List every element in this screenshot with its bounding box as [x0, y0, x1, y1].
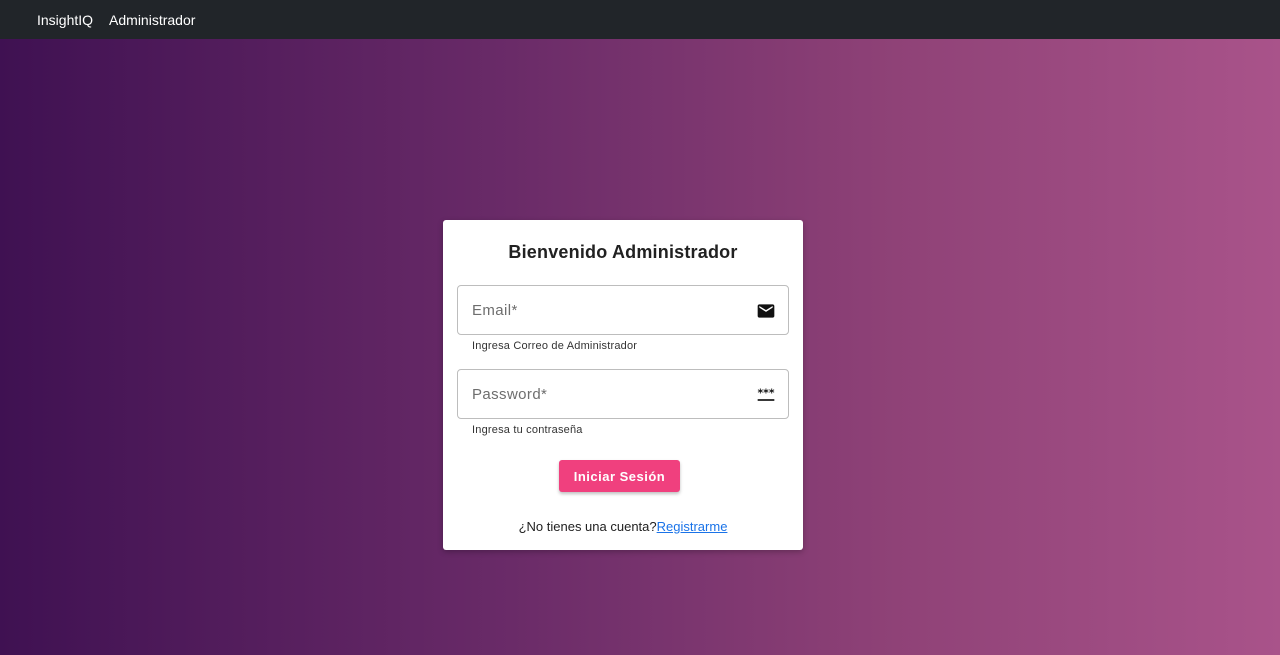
svg-text:***: ***: [758, 387, 775, 400]
password-field[interactable]: ***: [457, 369, 789, 419]
brand-link[interactable]: InsightIQ: [37, 12, 93, 28]
signup-prompt: ¿No tienes una cuenta?Registrarme: [443, 519, 803, 534]
signup-prompt-text: ¿No tienes una cuenta?: [518, 519, 657, 534]
password-input[interactable]: [458, 370, 788, 418]
top-navbar: InsightIQ Administrador: [0, 0, 1280, 39]
login-button[interactable]: Iniciar Sesión: [559, 460, 680, 492]
register-link[interactable]: Registrarme: [657, 519, 728, 534]
email-field[interactable]: [457, 285, 789, 335]
mail-icon: [756, 301, 776, 321]
email-input[interactable]: [458, 286, 788, 334]
password-helper-text: Ingresa tu contraseña: [472, 424, 583, 436]
card-title: Bienvenido Administrador: [508, 242, 738, 262]
nav-link-administrador[interactable]: Administrador: [109, 12, 195, 28]
email-helper-text: Ingresa Correo de Administrador: [472, 340, 638, 352]
login-card: Bienvenido Administrador Ingresa Correo …: [443, 220, 803, 550]
password-icon: ***: [756, 385, 776, 405]
